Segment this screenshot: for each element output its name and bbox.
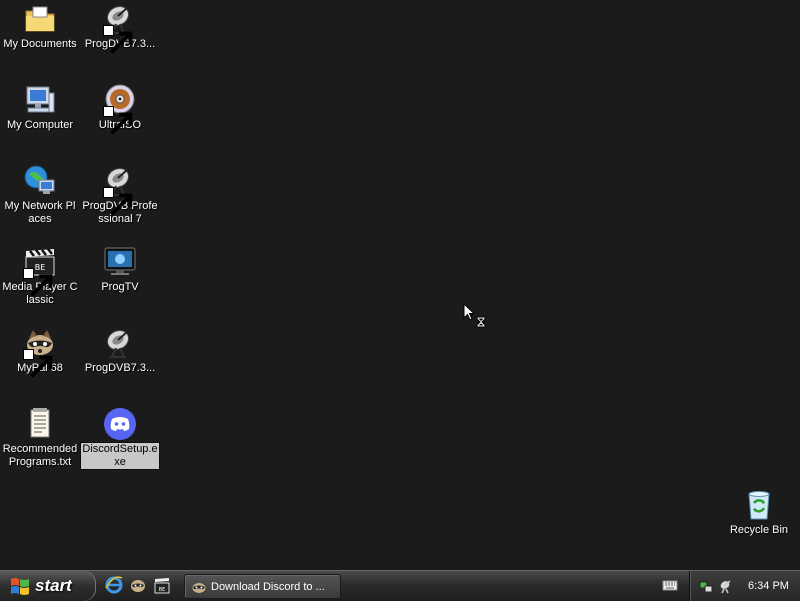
shortcut-arrow-icon [103, 187, 133, 216]
icon-label: Recycle Bin [729, 524, 789, 536]
desktop-icon-progtv[interactable]: ProgTV [81, 245, 159, 294]
desktop-icon-discordsetup-exe[interactable]: DiscordSetup.exe [80, 407, 160, 470]
quick-launch: BE [104, 575, 172, 597]
icon-label: ProgDVB7.3... [84, 362, 156, 374]
desktop-icon-mypal-68[interactable]: MyPal 68 [1, 326, 79, 378]
tv-monitor-icon [103, 245, 137, 279]
icon-label: Recommended Programs.txt [2, 443, 78, 468]
taskbar-window-button[interactable]: Download Discord to ... [184, 574, 341, 599]
icon-label: My Network Places [4, 200, 76, 225]
network-connection-icon[interactable] [698, 578, 714, 594]
recycle-bin-icon [742, 488, 776, 522]
internet-explorer-icon[interactable] [104, 575, 124, 595]
clapperboard-icon: BE [23, 245, 57, 297]
start-button[interactable]: start [0, 571, 96, 601]
network-globe-icon [23, 164, 57, 198]
svg-text:BE: BE [159, 587, 166, 593]
shortcut-arrow-icon [103, 25, 133, 54]
raccoon-icon[interactable] [128, 575, 148, 595]
taskbar: start BE Download Discord to ... 6:34 PM [0, 570, 800, 601]
computer-icon [23, 83, 57, 117]
desktop[interactable]: My Documents My Computer My Network Plac… [0, 0, 800, 570]
shortcut-arrow-icon [23, 268, 53, 297]
shortcut-arrow-icon [23, 349, 53, 378]
icon-label: DiscordSetup.exe [80, 442, 160, 470]
busy-cursor-icon [463, 302, 489, 333]
desktop-icon-progdvb-7-3-b[interactable]: ProgDVB7.3... [81, 326, 159, 375]
satellite-dish-icon [103, 164, 137, 216]
desktop-icon-progdvb-professional-7[interactable]: ProgDVB Professional 7 [81, 164, 159, 226]
taskbar-window-title: Download Discord to ... [211, 580, 325, 593]
icon-label: My Documents [3, 38, 77, 50]
desktop-icon-recommended-programs-txt[interactable]: Recommended Programs.txt [1, 407, 79, 469]
desktop-icon-ultraiso[interactable]: UltraISO [81, 83, 159, 135]
folder-icon [23, 2, 57, 36]
desktop-icon-my-documents[interactable]: My Documents [1, 2, 79, 51]
system-tray: 6:34 PM [689, 571, 800, 601]
desktop-icon-progdvb-7-3-a[interactable]: ProgDVB7.3... [81, 2, 159, 54]
desktop-icon-my-network-places[interactable]: My Network Places [1, 164, 79, 226]
clock[interactable]: 6:34 PM [748, 580, 789, 592]
desktop-icon-media-player-classic[interactable]: BE Media Player Classic [1, 245, 79, 307]
start-label: start [35, 576, 72, 595]
raccoon-icon [192, 582, 206, 593]
satellite-dish-icon [103, 326, 137, 360]
desktop-icon-my-computer[interactable]: My Computer [1, 83, 79, 132]
icon-label: ProgTV [101, 281, 139, 293]
discord-icon [103, 407, 137, 441]
text-document-icon [23, 407, 57, 441]
clapperboard-icon[interactable]: BE [152, 575, 172, 595]
satellite-dish-icon [103, 2, 137, 54]
satellite-dish-icon[interactable] [718, 578, 734, 594]
disc-icon [103, 83, 137, 135]
desktop-icon-recycle-bin[interactable]: Recycle Bin [720, 488, 798, 537]
raccoon-icon [23, 326, 57, 378]
keyboard-icon[interactable] [662, 578, 678, 592]
icon-label: My Computer [6, 119, 74, 131]
windows-flag-icon [11, 578, 29, 595]
shortcut-arrow-icon [103, 106, 133, 135]
